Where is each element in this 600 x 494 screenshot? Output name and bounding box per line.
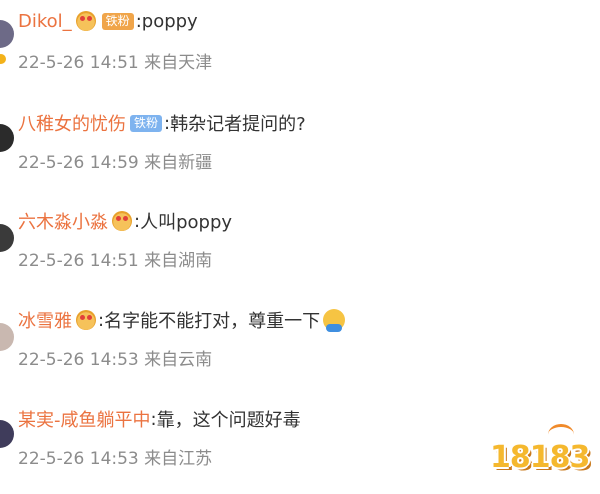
fan-badge: 铁粉 <box>130 114 163 132</box>
comment-line: 八稚女的忧伤 铁粉 : 韩杂记者提问的? <box>18 110 306 136</box>
comment-line: Dikol_ 铁粉 : poppy <box>18 8 198 34</box>
username[interactable]: 六木淼小淼 <box>18 208 108 234</box>
comment-text: 靠，这个问题好毒 <box>156 410 301 431</box>
comment-meta: 22-5-26 14:53 来自云南 <box>18 350 213 370</box>
comment-meta: 22-5-26 14:53 来自江苏 <box>18 449 213 469</box>
comment-meta: 22-5-26 14:51 来自湖南 <box>18 251 213 271</box>
comment-line: 冰雪雅 : 名字能不能打对，尊重一下 <box>18 307 346 333</box>
avatar[interactable] <box>0 224 14 252</box>
comment-item: 冰雪雅 : 名字能不能打对，尊重一下 22-5-26 14:53 来自云南 <box>0 297 600 395</box>
username[interactable]: 某実-咸鱼躺平中 <box>18 406 151 432</box>
comment-text: poppy <box>141 10 198 32</box>
watermark-text: 18183 <box>490 440 590 475</box>
comment-text: 韩杂记者提问的? <box>170 114 306 135</box>
comment-text: 名字能不能打对，尊重一下 <box>104 311 321 332</box>
avatar[interactable] <box>0 323 14 351</box>
comment-meta: 22-5-26 14:51 来自天津 <box>18 53 213 73</box>
fan-badge: 铁粉 <box>101 12 134 30</box>
avatar[interactable] <box>0 124 14 152</box>
fan-face-icon <box>112 211 132 231</box>
username[interactable]: 八稚女的忧伤 <box>18 110 126 136</box>
comment-text: 人叫poppy <box>140 212 233 233</box>
fan-face-icon <box>75 11 96 31</box>
avatar[interactable] <box>0 420 14 448</box>
shrug-emoji-icon <box>323 309 346 332</box>
watermark-logo: 18183 <box>490 424 590 476</box>
fan-face-icon <box>76 310 96 330</box>
username[interactable]: 冰雪雅 <box>18 307 72 333</box>
comment-item: 六木淼小淼 : 人叫poppy 22-5-26 14:51 来自湖南 <box>0 198 600 296</box>
comment-item: 八稚女的忧伤 铁粉 : 韩杂记者提问的? 22-5-26 14:59 来自新疆 <box>0 100 600 198</box>
comment-line: 六木淼小淼 : 人叫poppy <box>18 208 232 234</box>
username[interactable]: Dikol_ <box>18 11 72 32</box>
comment-line: 某実-咸鱼躺平中 : 靠，这个问题好毒 <box>18 406 301 432</box>
comment-meta: 22-5-26 14:59 来自新疆 <box>18 153 213 173</box>
verified-dot-icon <box>0 54 6 64</box>
avatar[interactable] <box>0 20 14 48</box>
comment-item: Dikol_ 铁粉 : poppy 22-5-26 14:51 来自天津 <box>0 0 600 98</box>
